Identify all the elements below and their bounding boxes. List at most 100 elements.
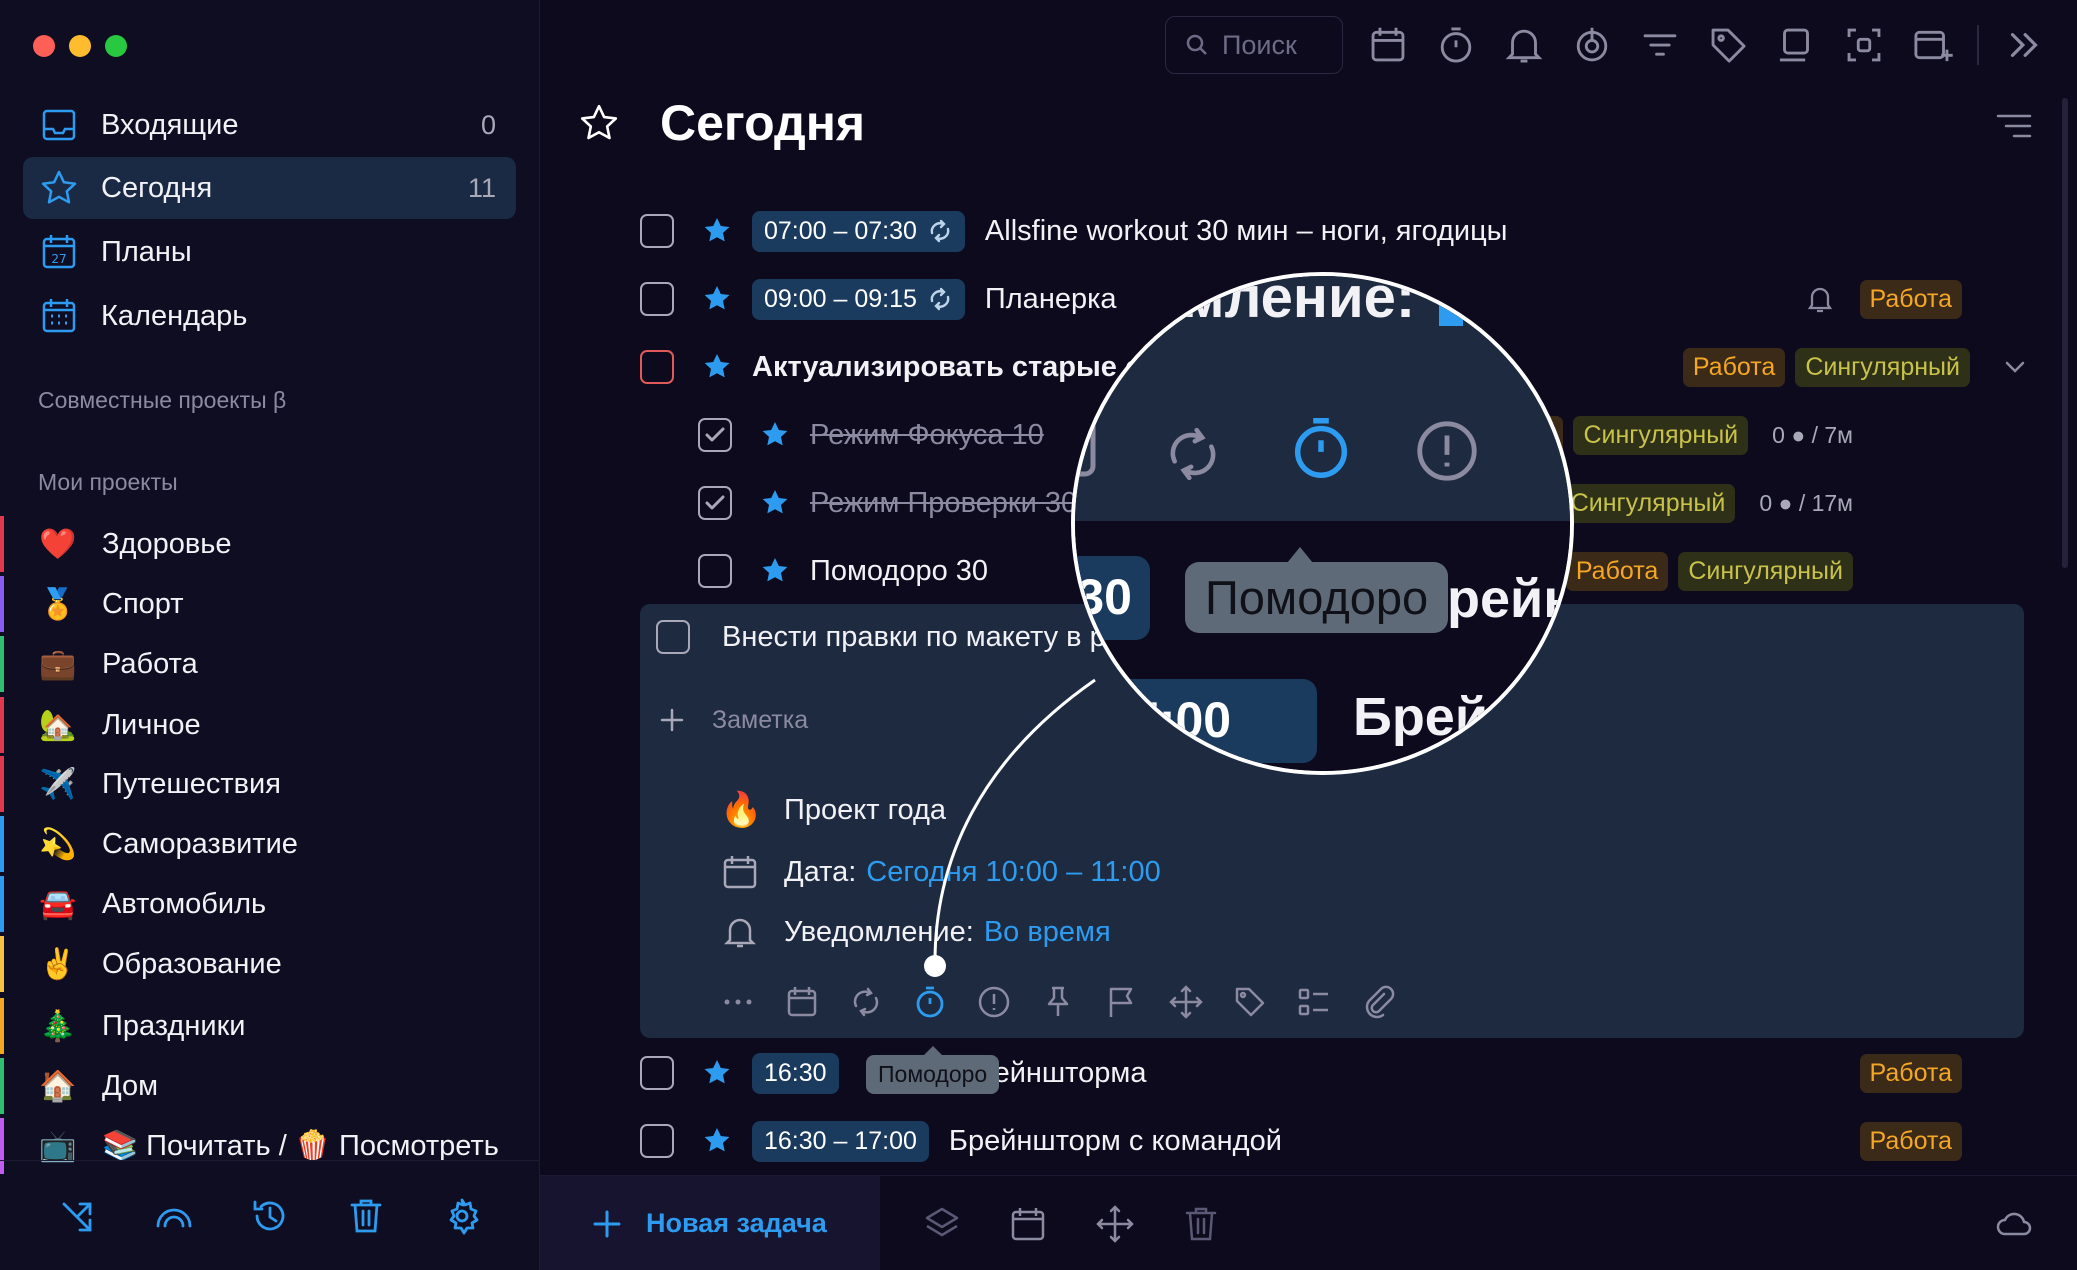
nav-plans[interactable]: 27 Планы <box>23 221 516 283</box>
project-item[interactable]: 💫 Саморазвитие <box>0 816 520 872</box>
project-item[interactable]: 🏡 Личное <box>0 697 520 753</box>
project-item[interactable]: ❤️ Здоровье <box>0 516 520 572</box>
filter-icon[interactable] <box>1637 22 1683 68</box>
history-icon[interactable] <box>250 1196 290 1236</box>
task-checkbox[interactable] <box>698 486 732 520</box>
tag-badge[interactable]: Сингулярный <box>1795 347 1970 387</box>
task-title[interactable]: Помодоро 30 <box>810 555 988 588</box>
paperclip-icon[interactable] <box>1360 984 1396 1020</box>
timer-icon[interactable] <box>912 984 948 1020</box>
nav-today[interactable]: Сегодня 11 <box>23 157 516 219</box>
project-item[interactable]: 🏠 Дом <box>0 1058 520 1114</box>
task-title[interactable]: Режим Фокуса 10 <box>810 419 1044 452</box>
tag-icon[interactable] <box>1232 984 1268 1020</box>
task-row[interactable]: 07:00 – 07:30 Allsfine workout 30 мин – н… <box>640 201 2030 261</box>
gear-icon[interactable] <box>442 1196 482 1236</box>
tag-badge[interactable]: Работа <box>1859 279 1962 319</box>
task-title[interactable]: Брейншторм с командой <box>949 1125 1282 1158</box>
search-input[interactable]: Поиск <box>1165 16 1343 74</box>
rainbow-icon[interactable] <box>154 1196 194 1236</box>
minimize-window-button[interactable] <box>69 35 91 57</box>
task-checkbox[interactable] <box>698 418 732 452</box>
layers-icon[interactable] <box>922 1204 962 1244</box>
project-item[interactable]: ✈️ Путешествия <box>0 756 520 812</box>
star-icon[interactable] <box>702 1126 732 1156</box>
new-task-button[interactable]: Новая задача <box>540 1176 880 1270</box>
star-icon[interactable] <box>702 284 732 314</box>
nav-calendar[interactable]: Календарь <box>23 285 516 347</box>
calendar-icon[interactable] <box>1365 22 1411 68</box>
tag-badge[interactable]: Работа <box>1565 551 1669 591</box>
star-icon[interactable] <box>760 420 790 450</box>
task-title[interactable]: Allsfine workout 30 мин – ноги, ягодицы <box>985 215 1508 248</box>
task-row[interactable]: 16:30 – 17:00 Брейншторм с командой Работа <box>640 1111 2030 1171</box>
star-icon[interactable] <box>702 216 732 246</box>
checklist-icon[interactable] <box>1296 984 1332 1020</box>
alert-icon[interactable] <box>976 984 1012 1020</box>
calendar-icon[interactable] <box>1008 1204 1048 1244</box>
more-icon[interactable] <box>720 984 756 1020</box>
focus-icon[interactable] <box>1841 22 1887 68</box>
task-checkbox[interactable] <box>640 1124 674 1158</box>
star-icon[interactable] <box>760 556 790 586</box>
project-line[interactable]: 🔥 Проект года <box>720 790 946 830</box>
project-item[interactable]: 🚘 Автомобиль <box>0 876 520 932</box>
task-title[interactable]: ейншторма <box>994 1057 1147 1090</box>
tag-badge[interactable]: Сингулярный <box>1560 483 1736 523</box>
power-icon[interactable] <box>1569 22 1615 68</box>
move-icon[interactable] <box>1095 1204 1135 1244</box>
project-item[interactable]: 🏅 Спорт <box>0 576 520 632</box>
task-checkbox[interactable] <box>656 620 690 654</box>
calendar-icon[interactable] <box>784 984 820 1020</box>
close-window-button[interactable] <box>33 35 55 57</box>
add-window-icon[interactable] <box>1909 22 1955 68</box>
tag-badge[interactable]: Работа <box>1859 1121 1962 1161</box>
task-row[interactable]: 16:30 ейншторма Работа <box>640 1043 2030 1103</box>
star-outline-icon[interactable] <box>578 102 620 144</box>
note-field[interactable]: Заметка <box>656 704 808 736</box>
notification-value[interactable]: Во время <box>984 916 1111 949</box>
move-icon[interactable] <box>1168 984 1204 1020</box>
time-chip[interactable]: 16:30 <box>752 1052 839 1094</box>
timer-icon[interactable] <box>1433 22 1479 68</box>
pin-icon[interactable] <box>1040 984 1076 1020</box>
time-chip[interactable]: 09:00 – 09:15 <box>752 278 965 320</box>
star-icon[interactable] <box>702 352 732 382</box>
tag-badge[interactable]: Сингулярный <box>1678 551 1853 591</box>
task-checkbox[interactable] <box>640 1056 674 1090</box>
nav-inbox[interactable]: Входящие 0 <box>23 94 516 156</box>
project-item[interactable]: 🎄 Праздники <box>0 998 520 1054</box>
copy-icon[interactable] <box>1773 22 1819 68</box>
project-item[interactable]: ✌️ Образование <box>0 936 520 992</box>
tag-icon[interactable] <box>1705 22 1751 68</box>
date-line[interactable]: Дата: Сегодня 10:00 – 11:00 <box>720 852 1161 892</box>
task-checkbox[interactable] <box>698 554 732 588</box>
trash-icon[interactable] <box>346 1196 386 1236</box>
tag-badge[interactable]: Работа <box>1859 1053 1962 1093</box>
sort-icon[interactable] <box>1994 106 2034 146</box>
zoom-window-button[interactable] <box>105 35 127 57</box>
task-checkbox[interactable] <box>640 350 674 384</box>
task-checkbox[interactable] <box>640 282 674 316</box>
bell-icon[interactable] <box>1804 283 1836 315</box>
bell-icon[interactable] <box>1501 22 1547 68</box>
date-value[interactable]: Сегодня 10:00 – 11:00 <box>866 856 1160 889</box>
repeat-icon[interactable] <box>848 984 884 1020</box>
tag-badge[interactable]: Работа <box>1682 347 1786 387</box>
chevrons-right-icon[interactable] <box>2001 22 2047 68</box>
shuffle-icon[interactable] <box>58 1196 98 1236</box>
task-title[interactable]: Внести правки по макету в р <box>722 621 1106 654</box>
star-icon[interactable] <box>760 488 790 518</box>
star-icon[interactable] <box>702 1058 732 1088</box>
scrollbar[interactable] <box>2062 98 2068 568</box>
task-title[interactable]: Режим Проверки 30 <box>810 487 1077 520</box>
project-item[interactable]: 💼 Работа <box>0 636 520 692</box>
trash-icon[interactable] <box>1181 1204 1221 1244</box>
tag-badge[interactable]: Сингулярный <box>1573 415 1749 455</box>
shared-projects-title[interactable]: Совместные проекты β <box>38 387 286 414</box>
flag-icon[interactable] <box>1104 984 1140 1020</box>
task-checkbox[interactable] <box>640 214 674 248</box>
cloud-icon[interactable] <box>1994 1204 2034 1244</box>
chevron-down-icon[interactable] <box>2000 352 2030 382</box>
time-chip[interactable]: 07:00 – 07:30 <box>752 210 965 252</box>
